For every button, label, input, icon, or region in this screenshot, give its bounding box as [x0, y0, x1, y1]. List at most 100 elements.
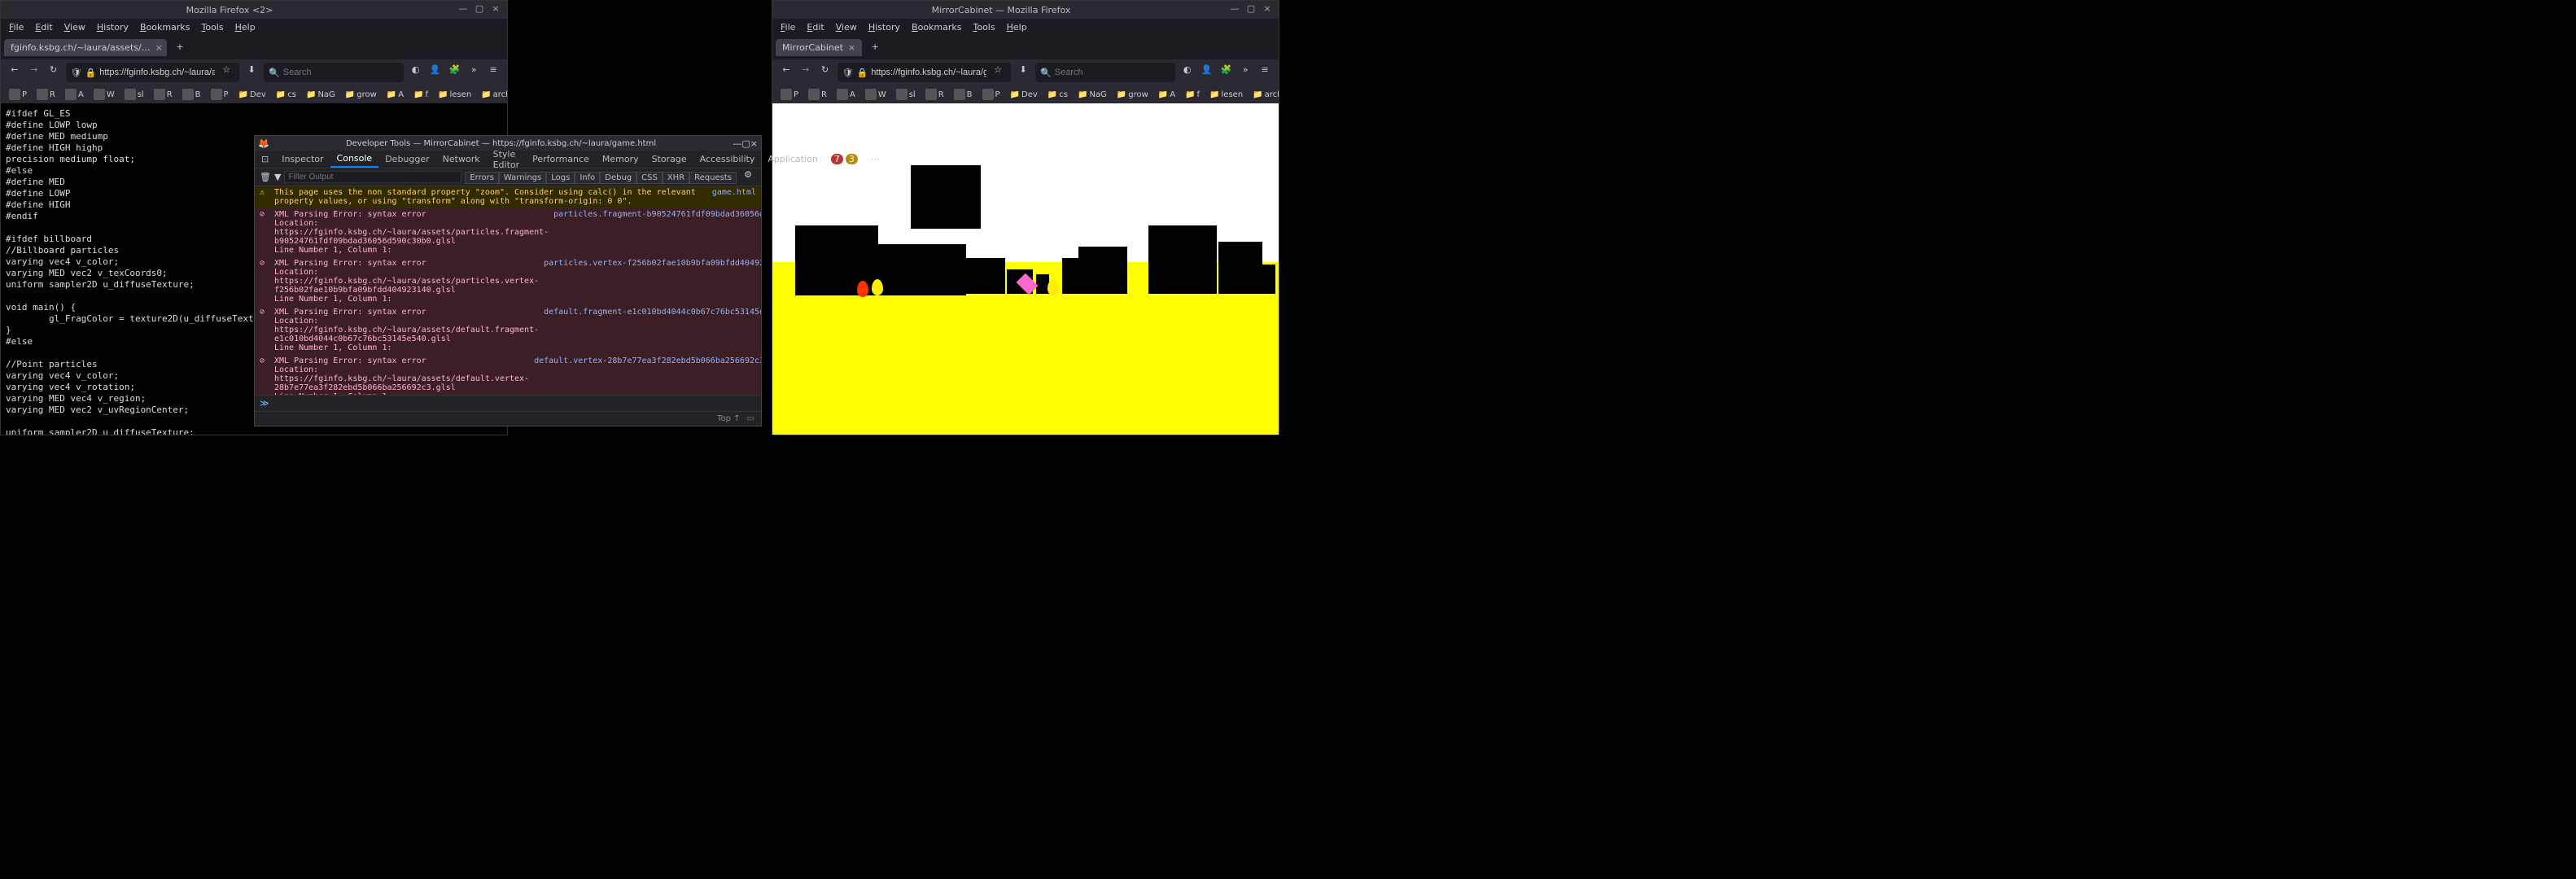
overflow-icon[interactable]: »	[1238, 64, 1253, 81]
url-input[interactable]	[871, 68, 986, 77]
devtools-tab-application[interactable]: Application	[761, 151, 824, 167]
bookmark-item[interactable]: 📁archive	[478, 89, 507, 101]
bookmark-item[interactable]: 📁Dev	[235, 89, 269, 101]
maximize-button[interactable]: ▢	[473, 3, 486, 16]
bookmark-item[interactable]: P	[208, 87, 232, 102]
close-button[interactable]: ×	[489, 3, 502, 16]
bookmark-star-icon[interactable]: ☆	[990, 64, 1006, 81]
devtools-tab-performance[interactable]: Performance	[526, 151, 596, 167]
message-source-link[interactable]: default.fragment-e1c010bd4044c0b67c76bc5…	[544, 308, 761, 317]
trash-icon[interactable]: 🗑	[260, 172, 271, 182]
console-input-row[interactable]: ≫	[255, 395, 761, 411]
browser-tab[interactable]: fginfo.ksbg.ch/~laura/assets/… ×	[4, 39, 167, 56]
issue-counts[interactable]: 7 3	[824, 151, 864, 167]
bookmark-item[interactable]: 📁grow	[1113, 89, 1152, 101]
hamburger-icon[interactable]: ≡	[486, 64, 501, 81]
hamburger-icon[interactable]: ≡	[1257, 64, 1272, 81]
bookmark-item[interactable]: 📁f	[410, 89, 431, 101]
bookmark-item[interactable]: P	[777, 87, 802, 102]
bookmark-item[interactable]: R	[33, 87, 59, 102]
new-tab-button[interactable]: +	[170, 37, 190, 57]
shield-icon[interactable]: 🛡	[71, 68, 82, 78]
bookmark-item[interactable]: A	[62, 87, 87, 102]
overflow-icon[interactable]: »	[466, 64, 481, 81]
search-bar[interactable]: 🔍	[264, 63, 404, 82]
menu-view[interactable]: View	[59, 20, 90, 34]
close-button[interactable]: ×	[1261, 3, 1274, 16]
devtools-tab-accessibility[interactable]: Accessibility	[693, 151, 762, 167]
menu-help[interactable]: Help	[230, 20, 260, 34]
devtools-tab-console[interactable]: Console	[330, 151, 379, 168]
bookmark-star-icon[interactable]: ☆	[218, 64, 234, 81]
bookmark-item[interactable]: 📁cs	[273, 89, 300, 101]
account-icon[interactable]: 👤	[428, 64, 443, 81]
bookmark-item[interactable]: 📁NaG	[303, 89, 339, 101]
filter-btn-logs[interactable]: Logs	[546, 172, 575, 184]
menu-tools[interactable]: Tools	[968, 20, 999, 34]
settings-icon[interactable]: ⚙	[740, 169, 756, 186]
reload-button[interactable]: ↻	[46, 64, 61, 81]
menu-file[interactable]: File	[4, 20, 28, 34]
menu-history[interactable]: History	[92, 20, 133, 34]
bookmark-item[interactable]: W	[862, 87, 890, 102]
bookmark-item[interactable]: 📁lesen	[435, 89, 475, 101]
bookmark-item[interactable]: P	[979, 87, 1004, 102]
pocket-icon[interactable]: ◐	[1180, 64, 1195, 81]
pick-element-icon[interactable]: ⊡	[255, 151, 275, 167]
filter-btn-debug[interactable]: Debug	[600, 172, 636, 184]
devtools-tab-debugger[interactable]: Debugger	[378, 151, 435, 167]
bookmark-item[interactable]: R	[922, 87, 947, 102]
bookmark-item[interactable]: 📁Dev	[1007, 89, 1041, 101]
filter-btn-requests[interactable]: Requests	[689, 172, 737, 184]
bookmark-item[interactable]: 📁NaG	[1074, 89, 1110, 101]
back-button[interactable]: ←	[7, 64, 22, 81]
browser-tab[interactable]: MirrorCabinet ×	[776, 39, 862, 56]
filter-btn-warnings[interactable]: Warnings	[499, 172, 546, 184]
devtools-tab-memory[interactable]: Memory	[596, 151, 645, 167]
bookmark-item[interactable]: R	[805, 87, 830, 102]
maximize-button[interactable]: ▢	[741, 138, 750, 149]
devtools-menu-icon[interactable]: ⋯	[864, 151, 886, 167]
shield-icon[interactable]: 🛡	[842, 68, 854, 78]
back-button[interactable]: ←	[779, 64, 794, 81]
reload-button[interactable]: ↻	[818, 64, 833, 81]
bookmark-item[interactable]: 📁archive	[1249, 89, 1279, 101]
bookmark-item[interactable]: A	[833, 87, 859, 102]
menu-history[interactable]: History	[864, 20, 905, 34]
menu-tools[interactable]: Tools	[196, 20, 228, 34]
minimize-button[interactable]: —	[457, 3, 470, 16]
forward-button[interactable]: →	[27, 64, 42, 81]
close-button[interactable]: ×	[750, 138, 758, 149]
menu-bookmarks[interactable]: Bookmarks	[907, 20, 966, 34]
filter-btn-info[interactable]: Info	[575, 172, 600, 184]
sidebar-toggle-icon[interactable]: ▭	[747, 414, 754, 423]
bookmark-item[interactable]: sl	[121, 87, 147, 102]
download-icon[interactable]: ⬇	[244, 64, 259, 81]
account-icon[interactable]: 👤	[1200, 64, 1214, 81]
menu-bookmarks[interactable]: Bookmarks	[135, 20, 195, 34]
tab-close-icon[interactable]: ×	[848, 42, 855, 53]
bookmark-item[interactable]: 📁lesen	[1206, 89, 1246, 101]
new-tab-button[interactable]: +	[865, 37, 885, 57]
filter-btn-xhr[interactable]: XHR	[663, 172, 689, 184]
menu-edit[interactable]: Edit	[802, 20, 829, 34]
menu-file[interactable]: File	[776, 20, 800, 34]
minimize-button[interactable]: —	[1228, 3, 1241, 16]
maximize-button[interactable]: ▢	[1244, 3, 1257, 16]
extensions-icon[interactable]: 🧩	[447, 64, 461, 81]
url-bar[interactable]: 🛡 🔒 ☆	[838, 63, 1012, 82]
devtools-tab-network[interactable]: Network	[436, 151, 487, 167]
bookmark-item[interactable]: sl	[893, 87, 919, 102]
devtools-tab-inspector[interactable]: Inspector	[275, 151, 330, 167]
bookmark-item[interactable]: B	[179, 87, 204, 102]
bookmark-item[interactable]: W	[90, 87, 118, 102]
bookmark-item[interactable]: 📁A	[1155, 89, 1179, 101]
message-source-link[interactable]: particles.fragment-b90524761fdf09bdad360…	[553, 210, 761, 219]
url-input[interactable]	[99, 68, 215, 77]
bookmark-item[interactable]: R	[151, 87, 176, 102]
bookmark-item[interactable]: 📁cs	[1044, 89, 1071, 101]
menu-edit[interactable]: Edit	[30, 20, 57, 34]
bookmark-item[interactable]: 📁grow	[342, 89, 380, 101]
download-icon[interactable]: ⬇	[1016, 64, 1030, 81]
filter-btn-css[interactable]: CSS	[636, 172, 663, 184]
